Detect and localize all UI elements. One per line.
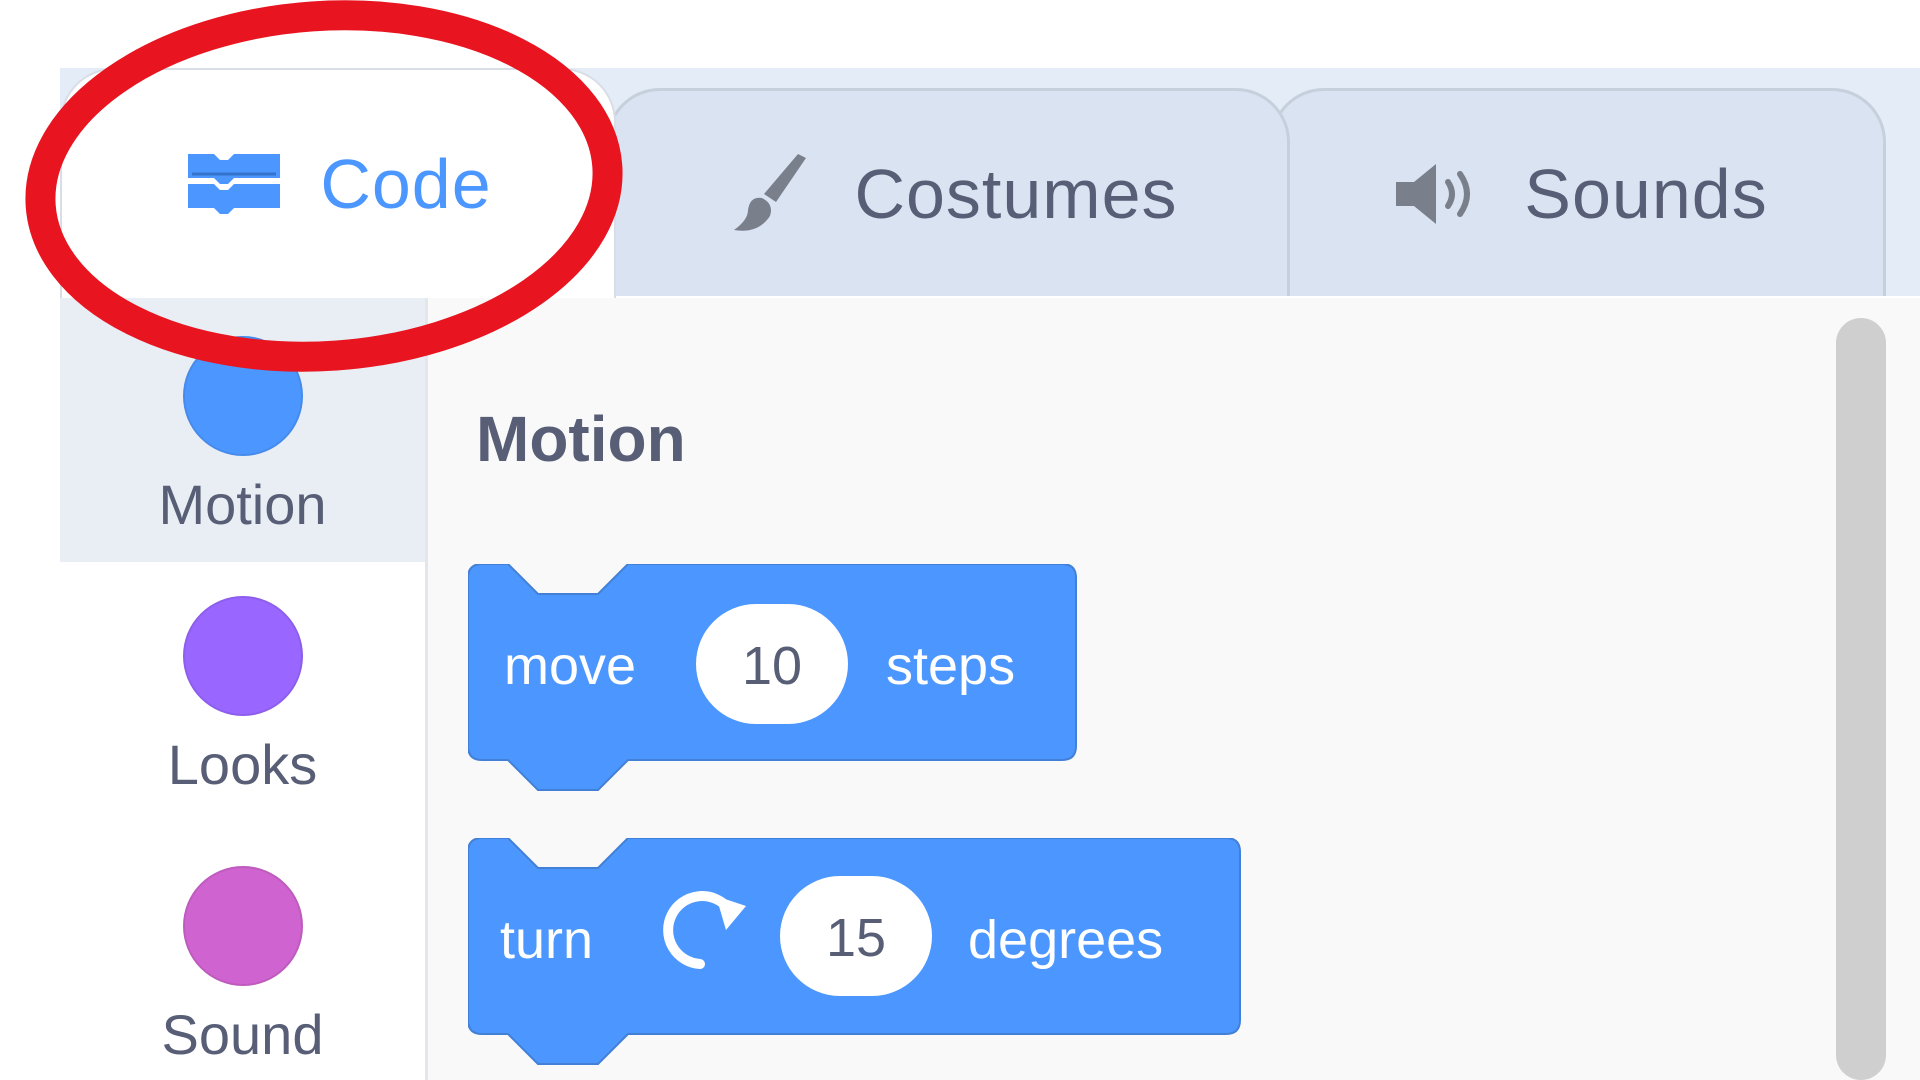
paintbrush-icon bbox=[734, 153, 807, 231]
move-steps-value: 10 bbox=[742, 636, 802, 696]
code-blocks-icon bbox=[188, 154, 281, 214]
tab-sounds-label: Sounds bbox=[1524, 154, 1768, 233]
category-looks[interactable]: Looks bbox=[60, 596, 425, 862]
palette-scrollbar[interactable] bbox=[1836, 318, 1886, 1080]
category-motion[interactable]: Motion bbox=[60, 296, 425, 562]
turn-block-label: turn bbox=[500, 910, 593, 970]
move-steps-block[interactable]: move 10 steps bbox=[468, 564, 1088, 804]
tab-code[interactable]: Code bbox=[60, 68, 616, 298]
scratch-editor: Sounds Costumes Code Motion Looks Sound bbox=[0, 0, 1920, 1080]
tab-costumes[interactable]: Costumes bbox=[606, 88, 1290, 296]
speaker-icon bbox=[1396, 163, 1471, 224]
category-sound-label: Sound bbox=[161, 1003, 324, 1066]
block-palette: Motion move 10 steps turn 15 degrees bbox=[428, 298, 1920, 1080]
tab-code-label: Code bbox=[320, 145, 492, 223]
category-sound-dot bbox=[182, 866, 303, 986]
steps-label: steps bbox=[886, 636, 1015, 696]
move-block-label: move bbox=[504, 636, 636, 696]
turn-degrees-value: 15 bbox=[826, 908, 886, 968]
category-looks-dot bbox=[182, 596, 303, 716]
category-sidebar: Motion Looks Sound bbox=[60, 296, 428, 1080]
tab-costumes-label: Costumes bbox=[854, 154, 1178, 233]
category-sound[interactable]: Sound bbox=[60, 866, 425, 1080]
category-looks-label: Looks bbox=[167, 733, 318, 796]
category-motion-label: Motion bbox=[158, 473, 327, 536]
palette-section-title: Motion bbox=[476, 403, 686, 475]
tab-sounds[interactable]: Sounds bbox=[1270, 88, 1886, 296]
turn-degrees-block[interactable]: turn 15 degrees bbox=[468, 838, 1268, 1078]
category-motion-dot bbox=[182, 336, 303, 456]
degrees-label: degrees bbox=[968, 910, 1163, 970]
